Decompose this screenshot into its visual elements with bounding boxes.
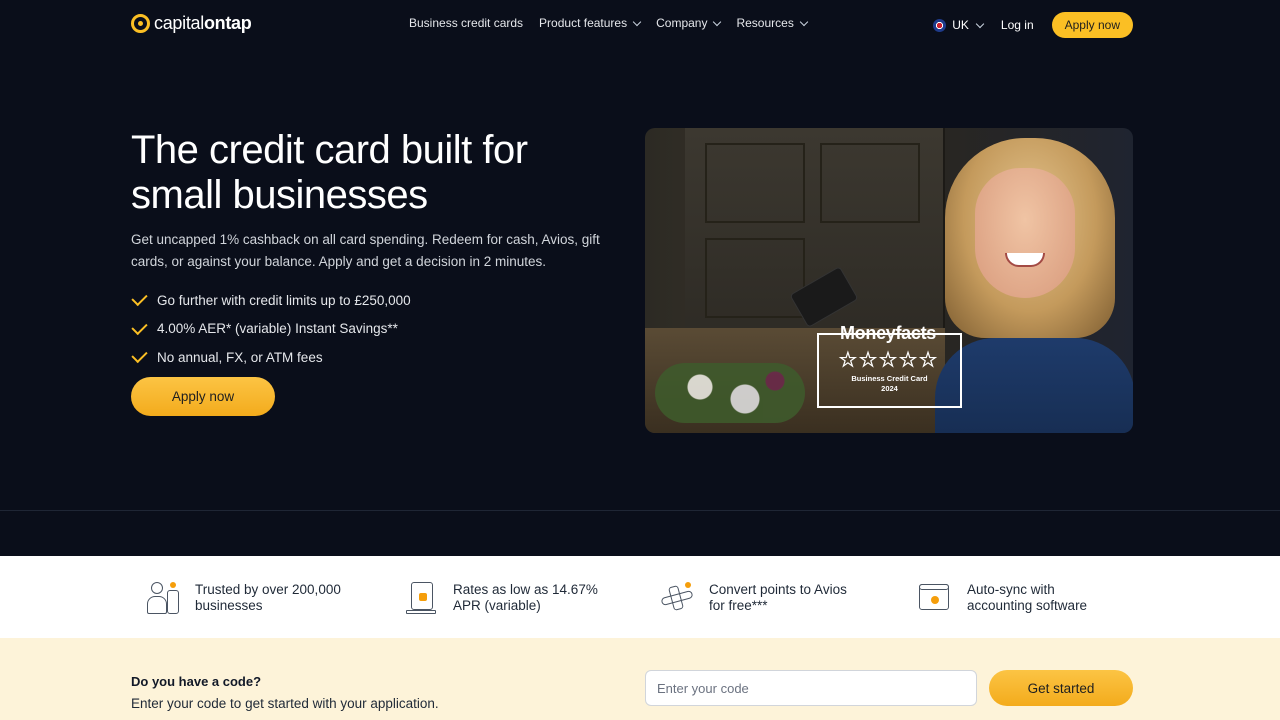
airplane-icon	[659, 580, 695, 616]
chevron-down-icon	[975, 19, 985, 28]
percent-document-icon	[403, 580, 439, 616]
benefit-item: No annual, FX, or ATM fees	[131, 343, 411, 372]
hero-title: The credit card built for small business…	[131, 128, 528, 217]
users-icon	[145, 580, 181, 616]
chevron-down-icon	[632, 17, 642, 26]
apply-now-hero-button[interactable]: Apply now	[131, 377, 275, 416]
apply-now-nav-button[interactable]: Apply now	[1051, 12, 1133, 38]
capitalontap-logo[interactable]: capitalontap	[131, 13, 252, 34]
top-navigation: capitalontap Business credit cards Produ…	[0, 0, 1280, 48]
feature-item: Rates as low as 14.67% APR (variable)	[403, 580, 598, 616]
moneyfacts-award-badge: Moneyfacts ★★★★★ Business Credit Card 202…	[817, 323, 962, 408]
benefit-item: Go further with credit limits up to £250…	[131, 286, 411, 315]
locale-selector[interactable]: UK	[933, 18, 985, 32]
nav-company[interactable]: Company	[656, 16, 722, 30]
checkmark-icon	[131, 290, 148, 307]
feature-item: Trusted by over 200,000 businesses	[145, 580, 341, 616]
nav-business-credit-cards[interactable]: Business credit cards	[409, 16, 523, 30]
code-question: Do you have a code?	[131, 674, 262, 689]
hero-photo: Moneyfacts ★★★★★ Business Credit Card 202…	[645, 128, 1133, 433]
checkmark-icon	[131, 347, 148, 364]
feature-item: Auto-sync with accounting software	[917, 580, 1087, 616]
logo-mark-icon	[131, 14, 150, 33]
get-started-button[interactable]: Get started	[989, 670, 1133, 706]
chevron-down-icon	[799, 17, 809, 26]
chevron-down-icon	[713, 17, 722, 26]
nav-links: Business credit cards Product features C…	[409, 16, 809, 30]
nav-resources[interactable]: Resources	[736, 16, 809, 30]
uk-flag-icon	[933, 18, 947, 32]
logo-text: capitalontap	[154, 13, 252, 33]
nav-right: UK Log in Apply now	[933, 12, 1133, 38]
section-divider	[0, 510, 1280, 511]
checkmark-icon	[131, 318, 148, 335]
benefit-item: 4.00% AER* (variable) Instant Savings**	[131, 315, 411, 344]
code-description: Enter your code to get started with your…	[131, 696, 439, 711]
features-strip: Trusted by over 200,000 businesses Rates …	[0, 556, 1280, 638]
hero-benefits-list: Go further with credit limits up to £250…	[131, 286, 411, 372]
promo-code-input[interactable]	[645, 670, 977, 706]
promo-code-section: Do you have a code? Enter your code to g…	[0, 638, 1280, 720]
nav-product-features[interactable]: Product features	[539, 16, 642, 30]
star-rating-icon: ★★★★★	[839, 349, 940, 371]
login-link[interactable]: Log in	[1001, 18, 1034, 32]
feature-item: Convert points to Avios for free***	[659, 580, 847, 616]
hero-subtitle: Get uncapped 1% cashback on all card spe…	[131, 232, 600, 269]
sync-calendar-icon	[917, 580, 953, 616]
